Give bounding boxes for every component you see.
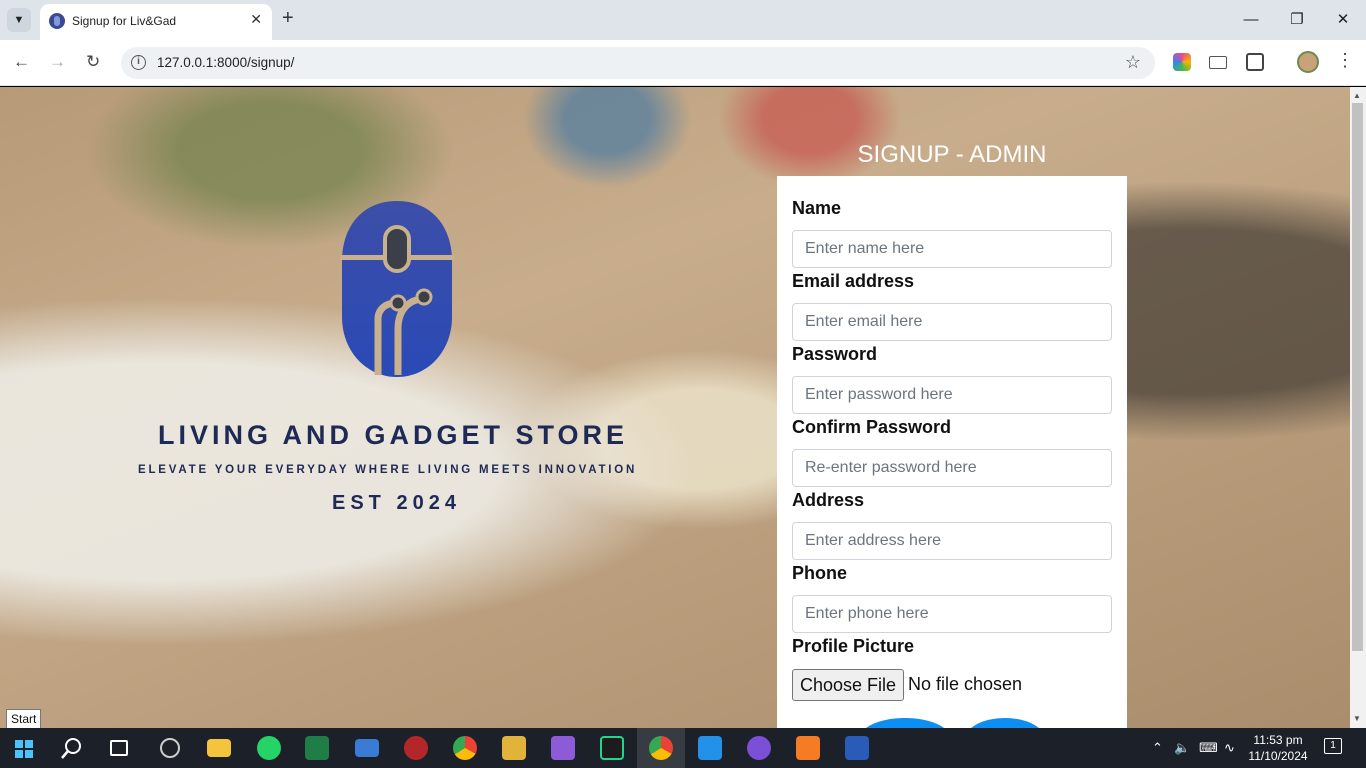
mouse-logo-icon [340, 201, 454, 377]
pycharm-icon[interactable] [600, 736, 624, 760]
network-app-icon[interactable] [404, 736, 428, 760]
brand-established: EST 2024 [332, 492, 461, 514]
scroll-down-icon[interactable]: ▼ [1353, 714, 1361, 723]
excel-icon[interactable] [305, 736, 329, 760]
phone-label: Phone [792, 563, 848, 583]
back-arrow-icon[interactable]: ← [13, 52, 30, 72]
volume-icon[interactable]: 🔈 [1174, 740, 1190, 756]
brand-tagline: ELEVATE YOUR EVERYDAY WHERE LIVING MEETS… [138, 464, 638, 476]
profile-picture-label: Profile Picture [792, 636, 915, 656]
clock-time: 11:53 pm [1253, 733, 1303, 747]
phone-input[interactable] [792, 595, 1112, 633]
whatsapp-icon[interactable] [257, 736, 281, 760]
extensions-puzzle-icon[interactable] [1246, 53, 1264, 71]
search-icon[interactable] [61, 737, 83, 759]
task-view-icon[interactable] [110, 740, 128, 756]
word-icon[interactable] [845, 736, 869, 760]
scroll-up-icon[interactable]: ▲ [1353, 91, 1361, 100]
new-tab-icon[interactable]: + [282, 7, 294, 30]
address-label: Address [792, 490, 865, 510]
file-status-text: No file chosen [908, 674, 1023, 694]
reset-button[interactable] [966, 718, 1044, 728]
page-scrollbar[interactable]: ▲ ▼ [1350, 87, 1366, 728]
minimize-icon[interactable]: — [1228, 6, 1274, 34]
file-explorer-icon[interactable] [207, 739, 231, 757]
address-bar[interactable]: i 127.0.0.1:8000/signup/ ☆ [121, 47, 1155, 79]
desktop-app-icon[interactable] [355, 739, 379, 757]
site-favicon-icon [49, 13, 65, 29]
more-menu-icon[interactable]: ⋮ [1336, 50, 1354, 71]
name-label: Name [792, 198, 842, 218]
password-label: Password [792, 344, 878, 364]
forward-arrow-icon[interactable]: → [49, 52, 66, 72]
site-info-icon[interactable]: i [131, 55, 146, 70]
signup-form: Name Email address Password Confirm Pass… [777, 176, 1127, 728]
visual-studio-icon[interactable] [551, 736, 575, 760]
keyboard-icon[interactable]: ⌨ [1199, 740, 1218, 756]
address-input[interactable] [792, 522, 1112, 560]
password-input[interactable] [792, 376, 1112, 414]
chrome-profile-icon[interactable] [649, 736, 673, 760]
start-tooltip: Start [6, 709, 42, 729]
email-label: Email address [792, 271, 915, 291]
tray-chevron-icon[interactable]: ⌃ [1152, 740, 1163, 756]
reload-icon[interactable]: ↻ [86, 52, 100, 72]
tab-search-icon[interactable]: ▼ [7, 8, 31, 32]
window-close-icon[interactable]: ✕ [1320, 6, 1366, 34]
windows-start-icon[interactable] [15, 740, 33, 758]
profile-avatar[interactable] [1297, 51, 1319, 73]
xampp-icon[interactable] [796, 736, 820, 760]
bookmark-star-icon[interactable]: ☆ [1125, 52, 1141, 73]
github-desktop-icon[interactable] [747, 736, 771, 760]
email-input[interactable] [792, 303, 1112, 341]
scrollbar-thumb[interactable] [1352, 103, 1363, 651]
submit-button[interactable] [860, 718, 950, 728]
extension-colorful-icon[interactable] [1173, 53, 1191, 71]
browser-tab[interactable]: Signup for Liv&Gad ✕ [40, 4, 272, 40]
vscode-icon[interactable] [698, 736, 722, 760]
browser-toolbar: ← → ↻ i 127.0.0.1:8000/signup/ ☆ ⋮ [0, 40, 1366, 86]
choose-file-button[interactable]: Choose File [792, 669, 904, 701]
url-text[interactable]: 127.0.0.1:8000/signup/ [157, 55, 294, 70]
system-clock[interactable]: 11:53 pm 11/10/2024 [1246, 732, 1310, 764]
confirm-password-label: Confirm Password [792, 417, 952, 437]
windows-taskbar: ⌃ 🔈 ⌨ ∿ 11:53 pm 11/10/2024 1 [0, 728, 1366, 768]
notification-icon[interactable]: 1 [1324, 738, 1342, 754]
tab-title: Signup for Liv&Gad [72, 14, 177, 28]
sticky-app-icon[interactable] [502, 736, 526, 760]
signup-heading: SIGNUP - ADMIN [857, 141, 1047, 168]
restore-icon[interactable]: ❐ [1274, 6, 1320, 34]
clock-date: 11/10/2024 [1248, 749, 1308, 763]
name-input[interactable] [792, 230, 1112, 268]
mail-extension-icon[interactable] [1209, 56, 1227, 69]
confirm-password-input[interactable] [792, 449, 1112, 487]
wifi-icon[interactable]: ∿ [1224, 740, 1235, 756]
browser-tab-bar: ▼ Signup for Liv&Gad ✕ + — ❐ ✕ [0, 0, 1366, 40]
obs-studio-icon[interactable] [160, 738, 180, 758]
chrome-icon[interactable] [453, 736, 477, 760]
tab-close-icon[interactable]: ✕ [250, 11, 262, 28]
brand-title: LIVING AND GADGET STORE [158, 420, 629, 450]
page-viewport: LIVING AND GADGET STORE ELEVATE YOUR EVE… [0, 87, 1350, 728]
